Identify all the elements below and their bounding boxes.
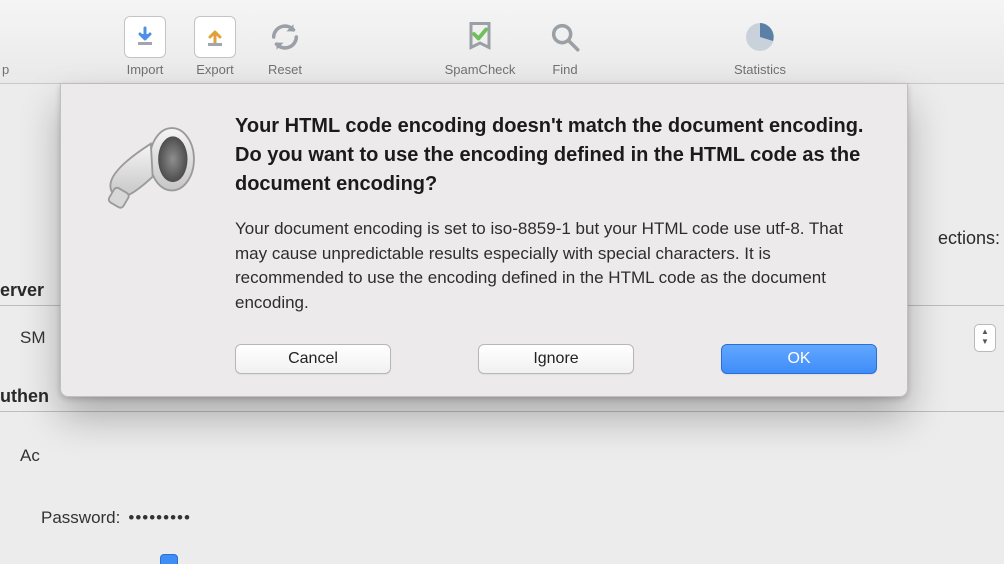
row-label-smtp: SM (20, 328, 46, 348)
checkbox[interactable] (160, 554, 178, 564)
reset-icon (264, 16, 306, 58)
toolbar-item-reset[interactable]: Reset (250, 0, 320, 77)
toolbar-label: SpamCheck (445, 62, 516, 77)
dialog-icon-cell (89, 112, 209, 316)
connections-stepper[interactable]: ▲ ▼ (974, 324, 996, 352)
toolbar-label: Reset (268, 62, 302, 77)
toolbar-item-prev[interactable]: p (0, 0, 26, 77)
find-icon (544, 16, 586, 58)
toolbar-label: Import (127, 62, 164, 77)
password-label: Password: (41, 508, 120, 528)
export-icon (194, 16, 236, 58)
toolbar: p Import Export Reset SpamCheck (0, 0, 1004, 84)
spamcheck-icon (459, 16, 501, 58)
section-heading-text: uthen (0, 386, 49, 406)
password-field[interactable]: ••••••••• (128, 508, 191, 528)
toolbar-item-statistics[interactable]: Statistics (710, 0, 810, 77)
encoding-dialog: Your HTML code encoding doesn't match th… (60, 84, 908, 397)
cancel-button[interactable]: Cancel (235, 344, 391, 374)
toolbar-label: p (2, 62, 9, 77)
toolbar-item-export[interactable]: Export (180, 0, 250, 77)
toolbar-item-find[interactable]: Find (530, 0, 600, 77)
megaphone-icon (94, 118, 204, 228)
toolbar-item-spamcheck[interactable]: SpamCheck (430, 0, 530, 77)
dialog-heading: Your HTML code encoding doesn't match th… (235, 112, 879, 199)
toolbar-item-import[interactable]: Import (110, 0, 180, 77)
toolbar-label: Export (196, 62, 234, 77)
dialog-button-row: Cancel Ignore OK (89, 344, 879, 374)
toolbar-group-io: Import Export (110, 0, 250, 77)
section-heading-text: erver (0, 280, 44, 300)
dialog-message: Your document encoding is set to iso-885… (235, 217, 879, 316)
stepper-down-icon: ▼ (981, 338, 989, 348)
toolbar-label: Find (552, 62, 577, 77)
ignore-button[interactable]: Ignore (478, 344, 634, 374)
row-label-account: Ac (20, 446, 40, 466)
toolbar-label: Statistics (734, 62, 786, 77)
ok-button[interactable]: OK (721, 344, 877, 374)
connections-label: ections: (938, 228, 1000, 249)
statistics-icon (739, 16, 781, 58)
import-icon (124, 16, 166, 58)
